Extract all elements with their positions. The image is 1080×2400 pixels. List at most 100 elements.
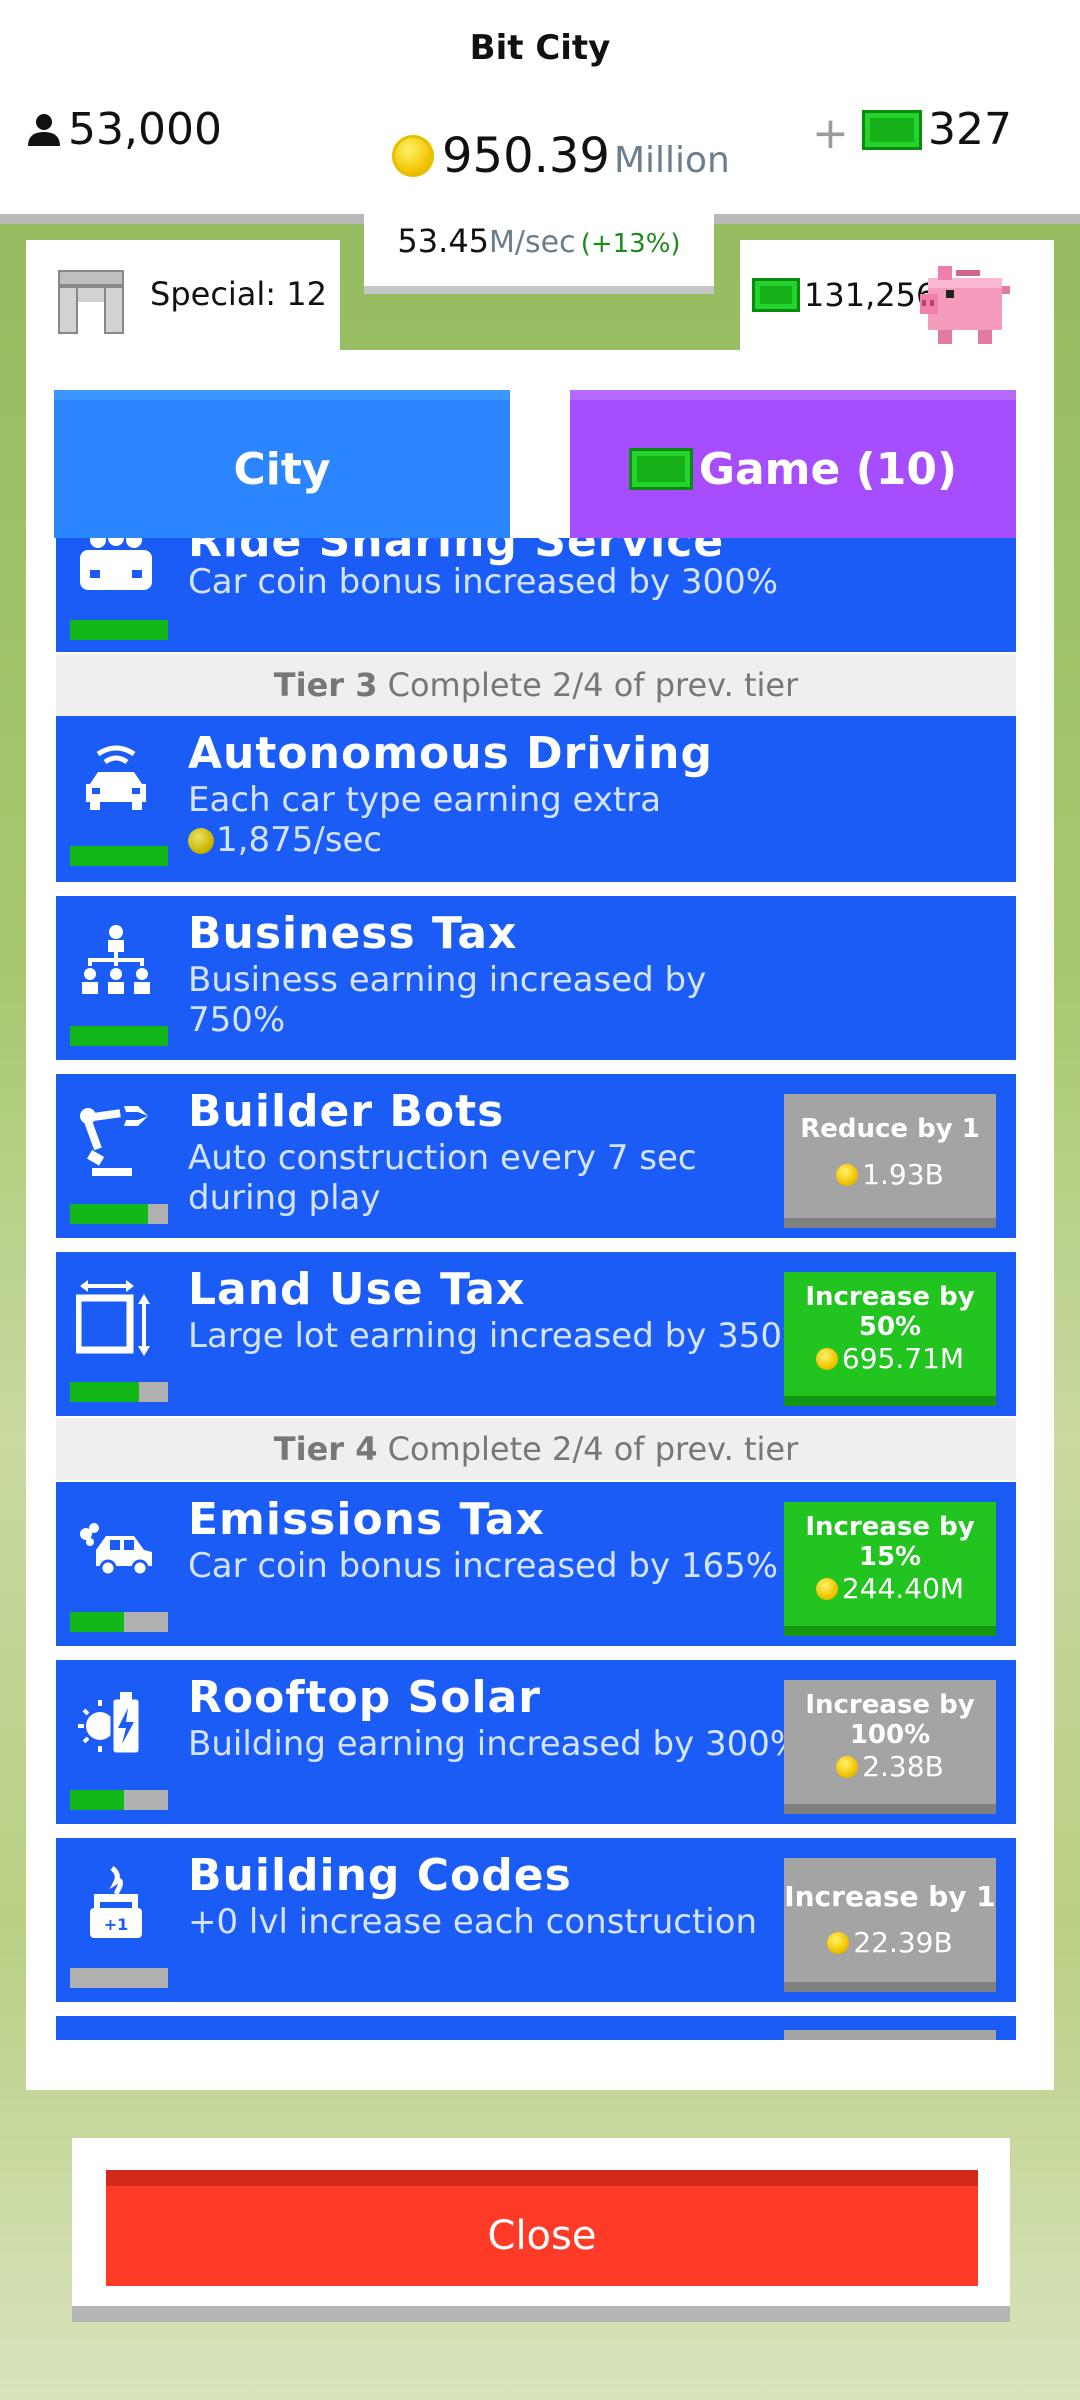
upgrade-name: Business Tax	[188, 908, 518, 959]
coin-icon	[815, 1577, 838, 1600]
autonomous-car-icon	[86, 745, 146, 810]
org-chart-icon	[82, 925, 150, 994]
add-cash-button[interactable]: +	[812, 108, 849, 159]
cash-icon	[628, 448, 693, 490]
button-label-amount: 50%	[858, 1312, 922, 1342]
resize-box-icon	[76, 1280, 150, 1356]
increase-button[interactable]: Increase by 15% 244.40M	[784, 1502, 996, 1636]
rate-bonus: (+13%)	[580, 229, 681, 259]
button-label: Increase by	[805, 1282, 975, 1312]
car-exhaust-icon	[80, 1523, 152, 1577]
button-label: Reduce by 1	[800, 1114, 980, 1144]
upgrade-progress	[70, 1382, 168, 1402]
coin-icon	[815, 1347, 838, 1370]
button-cost-value: 1.93B	[862, 1158, 944, 1191]
coin-icon	[392, 135, 434, 177]
button-cost-value: 244.40M	[841, 1572, 965, 1605]
upgrade-desc: Auto construction every 7 sec	[188, 1138, 697, 1178]
coin-icon	[188, 828, 214, 854]
upgrade-progress	[70, 1790, 168, 1810]
upgrade-progress	[70, 1026, 168, 1046]
cash-icon	[752, 278, 800, 312]
upgrade-name: Land Use Tax	[188, 1264, 526, 1315]
upgrade-progress	[70, 1612, 168, 1632]
button-cost: 695.71M	[784, 1342, 996, 1375]
upgrade-progress	[70, 846, 168, 866]
button-cost-value: 2.38B	[862, 1750, 944, 1783]
special-label: Special: 12	[150, 275, 327, 313]
tier-label: Tier 4	[273, 1430, 378, 1468]
button-cost-value: 22.39B	[853, 1926, 953, 1959]
car-front-icon	[80, 538, 152, 590]
upgrade-ride-sharing[interactable]: Ride Sharing Service Car coin bonus incr…	[56, 538, 1016, 652]
coin-icon	[836, 1163, 859, 1186]
button-label-amount: 100%	[849, 1720, 931, 1750]
upgrade-building-codes[interactable]: +1 Building Codes +0 lvl increase each c…	[56, 1838, 1016, 2002]
upgrade-name: Emissions Tax	[188, 1494, 545, 1545]
cash-balance: 327	[862, 104, 1012, 155]
upgrade-progress	[70, 1968, 168, 1988]
coin-icon	[836, 1755, 859, 1778]
rate-unit: M/sec	[489, 225, 576, 260]
svg-text:+1: +1	[104, 1915, 129, 1934]
upgrade-emissions-tax[interactable]: Emissions Tax Car coin bonus increased b…	[56, 1482, 1016, 1646]
upgrade-business-tax[interactable]: Business Tax Business earning increased …	[56, 896, 1016, 1060]
increase-button[interactable]: Increase by 100% 2.38B	[784, 1680, 996, 1814]
upgrade-amount: 1,875/sec	[188, 820, 828, 860]
tier-header: Tier 3 Complete 2/4 of prev. tier	[56, 654, 1016, 716]
upgrade-progress	[70, 620, 168, 640]
button-label: Increase by 1	[784, 1880, 996, 1913]
upgrade-desc: Car coin bonus increased by 300%	[188, 562, 779, 602]
upgrade-list[interactable]: Ride Sharing Service Car coin bonus incr…	[56, 538, 1016, 2040]
tier-requirement: Complete 2/4 of prev. tier	[387, 1430, 799, 1468]
tab-city[interactable]: City	[54, 390, 510, 538]
top-bar: Bit City 53,000 950.39 Million + 327	[0, 0, 1080, 218]
person-icon	[28, 113, 60, 146]
piggy-bank-icon[interactable]	[916, 256, 1016, 348]
increase-button[interactable]: Increase by 50% 695.71M	[784, 1272, 996, 1406]
robot-arm-icon	[80, 1106, 148, 1176]
upgrade-desc-cont: during play	[188, 1178, 381, 1218]
piggy-bank-balance[interactable]: 131,256	[752, 276, 936, 314]
special-buildings[interactable]: Special: 12	[58, 270, 327, 334]
population-value: 53,000	[68, 104, 222, 155]
upgrade-row-partial[interactable]	[56, 2016, 1016, 2040]
close-button[interactable]: Close	[106, 2170, 978, 2286]
upgrade-name: Rooftop Solar	[188, 1672, 541, 1723]
button-cost: 22.39B	[784, 1926, 996, 1959]
cash-icon	[862, 109, 922, 150]
upgrade-desc: Car coin bonus increased by 165%	[188, 1546, 779, 1586]
upgrade-name: Building Codes	[188, 1850, 572, 1901]
arch-icon	[58, 270, 124, 334]
coin-icon	[827, 1931, 850, 1954]
game-title: Bit City	[469, 28, 611, 68]
close-bar: Close	[72, 2138, 1010, 2322]
upgrade-builder-bots[interactable]: Builder Bots Auto construction every 7 s…	[56, 1074, 1016, 1238]
upgrade-desc: +0 lvl increase each construction	[188, 1902, 758, 1942]
tier-label: Tier 3	[273, 666, 378, 704]
button-cost: 2.38B	[784, 1750, 996, 1783]
tab-game[interactable]: Game (10)	[570, 390, 1016, 538]
upgrade-autonomous-driving[interactable]: Autonomous Driving Each car type earning…	[56, 716, 1016, 882]
coin-balance: 950.39 Million	[392, 128, 730, 184]
upgrade-land-use-tax[interactable]: Land Use Tax Large lot earning increased…	[56, 1252, 1016, 1416]
upgrade-progress	[70, 1204, 168, 1224]
button-label-amount: 15%	[858, 1542, 922, 1572]
upgrade-desc-cont: 750%	[188, 1000, 286, 1040]
upgrade-name: Autonomous Driving	[188, 728, 713, 779]
button-label: Increase by	[805, 1690, 975, 1720]
close-label: Close	[487, 2213, 597, 2259]
reduce-button[interactable]: Reduce by 1 1.93B	[784, 1094, 996, 1228]
flask-plus-icon: +1	[90, 1866, 142, 1938]
population: 53,000	[26, 104, 222, 155]
upgrade-rooftop-solar[interactable]: Rooftop Solar Building earning increased…	[56, 1660, 1016, 1824]
upgrade-desc: Each car type earning extra	[188, 780, 662, 820]
button-cost-value: 695.71M	[841, 1342, 965, 1375]
upgrade-name: Builder Bots	[188, 1086, 505, 1137]
coin-value: 950.39	[442, 128, 610, 184]
tier-requirement: Complete 2/4 of prev. tier	[387, 666, 799, 704]
upgrade-desc: Large lot earning increased by 350%	[188, 1316, 815, 1356]
tier-header: Tier 4 Complete 2/4 of prev. tier	[56, 1418, 1016, 1480]
rate-value: 53.45	[397, 222, 490, 260]
increase-button[interactable]: Increase by 1 22.39B	[784, 1858, 996, 1992]
